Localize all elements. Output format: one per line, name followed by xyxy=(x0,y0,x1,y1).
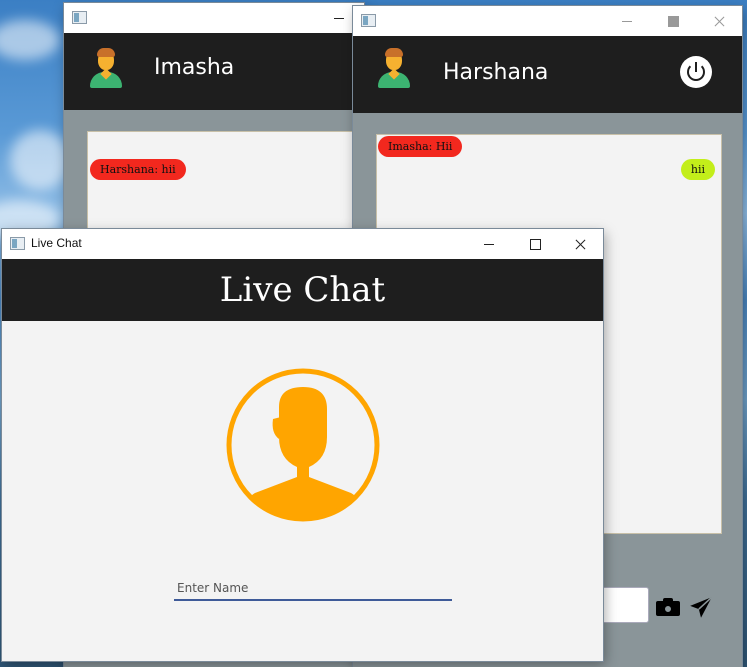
close-button[interactable] xyxy=(696,6,742,36)
chat-user-name: Imasha xyxy=(154,55,235,80)
user-icon xyxy=(376,48,412,90)
power-icon[interactable] xyxy=(680,56,712,88)
title-bar[interactable] xyxy=(353,6,742,36)
chat-header: Harshana xyxy=(353,36,742,113)
maximize-button[interactable] xyxy=(650,6,696,36)
avatar-icon xyxy=(226,368,380,522)
camera-icon[interactable] xyxy=(656,597,680,616)
app-icon xyxy=(10,237,25,250)
send-icon[interactable] xyxy=(688,595,714,621)
title-bar[interactable] xyxy=(64,3,364,33)
minimize-button[interactable] xyxy=(466,229,512,259)
app-icon xyxy=(361,14,376,27)
title-bar[interactable]: Live Chat xyxy=(2,229,603,259)
chat-header: Imasha xyxy=(64,33,364,110)
app-icon xyxy=(72,11,87,24)
live-chat-header: Live Chat xyxy=(2,259,603,321)
message-bubble: hii xyxy=(680,159,715,180)
message-bubble: Harshana: hii xyxy=(90,159,186,180)
close-button[interactable] xyxy=(557,229,603,259)
maximize-button[interactable] xyxy=(512,229,558,259)
page-title: Live Chat xyxy=(219,270,386,310)
message-bubble: Imasha: Hii xyxy=(378,136,463,157)
minimize-button[interactable] xyxy=(604,6,650,36)
user-icon xyxy=(88,48,124,90)
chat-user-name: Harshana xyxy=(443,60,549,85)
window-title: Live Chat xyxy=(31,236,82,250)
name-input[interactable] xyxy=(174,577,452,601)
live-chat-window: Live Chat Live Chat xyxy=(2,229,603,661)
